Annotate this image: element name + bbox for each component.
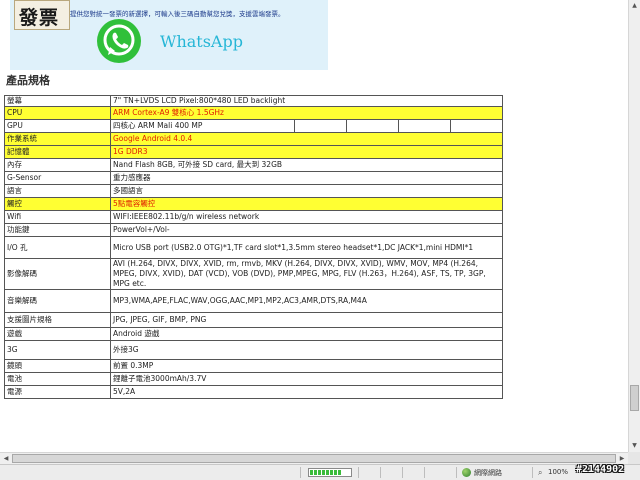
status-bar: 網際網路 ⌕ 100% (0, 464, 640, 480)
spec-row: Wifi WIFI:IEEE802.11b/g/n wireless networ… (4, 210, 504, 224)
status-separator (300, 467, 301, 478)
spec-value: 鋰離子電池3000mAh/3.7V (109, 372, 504, 386)
spec-row: 電源 5V,2A (4, 385, 504, 399)
spec-row: 音樂解碼 MP3,WMA,APE,FLAC,WAV,OGG,AAC,MP1,MP2… (4, 289, 504, 313)
scroll-up-arrow-icon[interactable]: ▲ (629, 0, 640, 12)
security-zone-label: 網際網路 (474, 469, 502, 477)
spec-label: 3G (4, 340, 111, 360)
spec-row: G-Sensor 重力感應器 (4, 171, 504, 185)
spec-label: 作業系統 (4, 132, 111, 146)
zoom-level[interactable]: 100% (548, 468, 568, 476)
spec-row: 影像解碼 AVI (H.264, DIVX, DIVX, XVID, rm, rm… (4, 258, 504, 290)
page-viewport: 發票 提供您對統一發票的新選擇，可輸入後三碼自動幫您兌獎，支援雲端發票。 Wha… (0, 0, 628, 452)
promo-banner[interactable]: 發票 提供您對統一發票的新選擇，可輸入後三碼自動幫您兌獎，支援雲端發票。 Wha… (10, 0, 328, 70)
post-id-watermark: #2144902 (576, 464, 625, 475)
spec-value: MP3,WMA,APE,FLAC,WAV,OGG,AAC,MP1,MP2,AC3… (109, 289, 504, 313)
spec-label: 支援圖片規格 (4, 312, 111, 328)
progress-fill (310, 470, 342, 475)
scroll-right-arrow-icon[interactable]: ▶ (616, 453, 628, 464)
spec-label: 遊戲 (4, 327, 111, 341)
horizontal-scroll-thumb[interactable] (12, 454, 616, 463)
spec-value: 5V,2A (109, 385, 504, 399)
spec-row: 語言 多國語言 (4, 184, 504, 198)
spec-row: 支援圖片規格 JPG, JPEG, GIF, BMP, PNG (4, 312, 504, 328)
spec-row: 功能鍵 PowerVol+/Vol- (4, 223, 504, 237)
horizontal-scrollbar[interactable]: ◀ ▶ (0, 452, 628, 464)
status-separator (456, 467, 457, 478)
vertical-scrollbar[interactable]: ▲ ▼ (628, 0, 640, 452)
spec-value: Google Android 4.0.4 (109, 132, 504, 146)
spec-row: 螢幕 7" TN+LVDS LCD Pixel:800*480 LED backl… (4, 95, 504, 107)
spec-value: 外接3G (109, 340, 504, 360)
spec-label: 內存 (4, 158, 111, 172)
zoom-icon[interactable]: ⌕ (538, 468, 542, 477)
whatsapp-icon[interactable] (96, 18, 142, 64)
spec-label: 功能鍵 (4, 223, 111, 237)
section-title: 產品規格 (6, 74, 50, 87)
scroll-corner (628, 452, 640, 464)
spec-label: 觸控 (4, 197, 111, 211)
spec-row: GPU 四核心 ARM Mali 400 MP (4, 119, 504, 133)
spec-value: 前置 0.3MP (109, 359, 504, 373)
spec-row: 鏡頭 前置 0.3MP (4, 359, 504, 373)
spec-value: ARM Cortex-A9 雙核心 1.5GHz (109, 106, 504, 120)
spec-value: PowerVol+/Vol- (109, 223, 504, 237)
spec-value: WIFI:IEEE802.11b/g/n wireless network (109, 210, 504, 224)
spec-label: G-Sensor (4, 171, 111, 185)
spec-empty-cell (398, 119, 451, 133)
scroll-left-arrow-icon[interactable]: ◀ (0, 453, 12, 464)
scroll-down-arrow-icon[interactable]: ▼ (629, 440, 640, 452)
spec-empty-cell (346, 119, 399, 133)
spec-row: 記憶體 1G DDR3 (4, 145, 504, 159)
spec-value: 重力感應器 (109, 171, 504, 185)
spec-row: CPU ARM Cortex-A9 雙核心 1.5GHz (4, 106, 504, 120)
status-separator (358, 467, 359, 478)
spec-label: I/O 孔 (4, 236, 111, 259)
spec-label: 鏡頭 (4, 359, 111, 373)
vertical-scroll-thumb[interactable] (630, 385, 639, 411)
status-separator (402, 467, 403, 478)
spec-value: JPG, JPEG, GIF, BMP, PNG (109, 312, 504, 328)
spec-value: 多國語言 (109, 184, 504, 198)
spec-label: 語言 (4, 184, 111, 198)
spec-label: GPU (4, 119, 111, 133)
spec-empty-cell (294, 119, 347, 133)
status-separator (424, 467, 425, 478)
spec-row: 作業系統 Google Android 4.0.4 (4, 132, 504, 146)
spec-label: 音樂解碼 (4, 289, 111, 313)
spec-value: 5點電容觸控 (109, 197, 504, 211)
status-separator (380, 467, 381, 478)
spec-row: I/O 孔 Micro USB port (USB2.0 OTG)*1,TF ca… (4, 236, 504, 259)
spec-empty-cell (449, 119, 504, 133)
spec-row: 3G 外接3G (4, 340, 504, 360)
spec-table: 螢幕 7" TN+LVDS LCD Pixel:800*480 LED backl… (4, 95, 504, 399)
spec-value: Nand Flash 8GB, 可外接 SD card, 最大到 32GB (109, 158, 504, 172)
spec-label: 影像解碼 (4, 258, 111, 290)
spec-value: Micro USB port (USB2.0 OTG)*1,TF card sl… (109, 236, 504, 259)
status-separator (532, 467, 533, 478)
spec-label: CPU (4, 106, 111, 120)
whatsapp-label: WhatsApp (160, 32, 243, 51)
page-load-progress (308, 468, 352, 477)
spec-value: 7" TN+LVDS LCD Pixel:800*480 LED backlig… (109, 95, 504, 107)
spec-value: Android 遊戲 (109, 327, 504, 341)
invoice-logo-text: 發票 (19, 7, 60, 29)
spec-label: 記憶體 (4, 145, 111, 159)
spec-row: 電池 鋰離子電池3000mAh/3.7V (4, 372, 504, 386)
spec-label: Wifi (4, 210, 111, 224)
spec-value: 四核心 ARM Mali 400 MP (110, 119, 295, 133)
spec-row: 內存 Nand Flash 8GB, 可外接 SD card, 最大到 32GB (4, 158, 504, 172)
spec-row: 遊戲 Android 遊戲 (4, 327, 504, 341)
spec-value: 1G DDR3 (109, 145, 504, 159)
spec-label: 電池 (4, 372, 111, 386)
internet-zone-icon (462, 468, 471, 477)
spec-value: AVI (H.264, DIVX, DIVX, XVID, rm, rmvb, … (109, 258, 504, 290)
spec-label: 螢幕 (4, 95, 111, 107)
spec-row: 觸控 5點電容觸控 (4, 197, 504, 211)
promo-text: 提供您對統一發票的新選擇，可輸入後三碼自動幫您兌獎，支援雲端發票。 (70, 10, 285, 18)
invoice-app-logo[interactable]: 發票 (14, 0, 70, 30)
spec-label: 電源 (4, 385, 111, 399)
